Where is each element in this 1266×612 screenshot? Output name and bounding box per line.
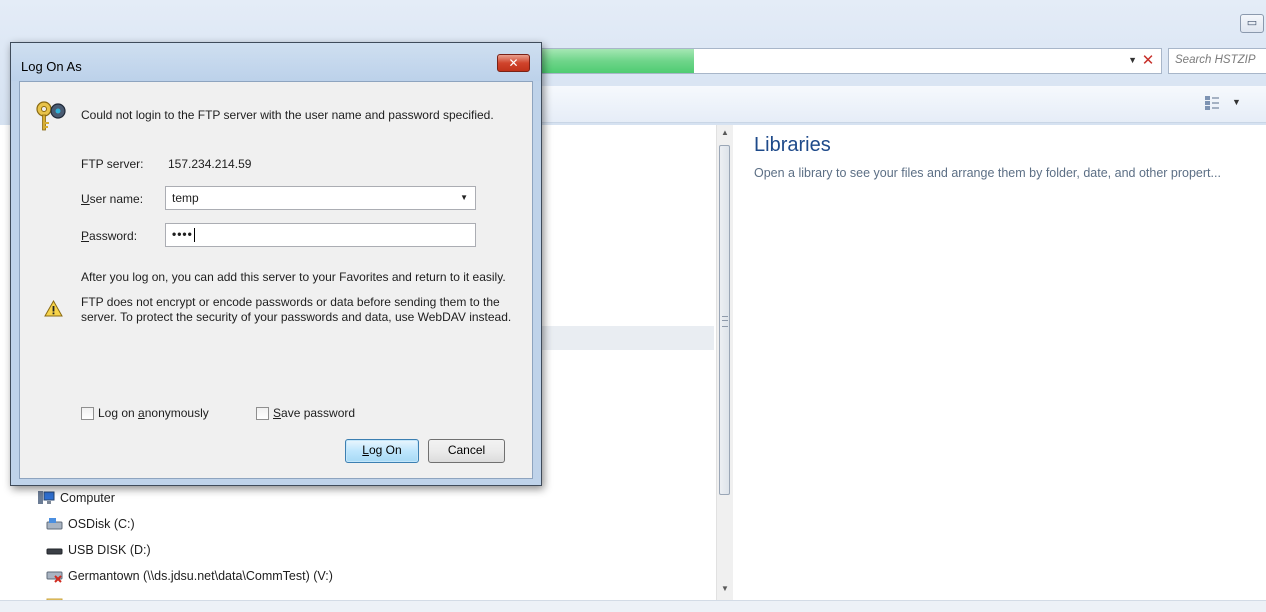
chevron-down-icon[interactable]: ▼: [1128, 55, 1137, 65]
save-password-checkbox[interactable]: Save password: [256, 406, 355, 420]
error-message: Could not login to the FTP server with t…: [81, 108, 494, 122]
ftp-server-value: 157.234.214.59: [168, 157, 252, 171]
search-input[interactable]: Search HSTZIP: [1168, 48, 1266, 74]
nav-label-germantown: Germantown (\\ds.jdsu.net\data\CommTest)…: [68, 569, 333, 583]
favorites-info-text: After you log on, you can add this serve…: [81, 270, 506, 284]
scroll-up-icon[interactable]: ▲: [717, 125, 733, 141]
save-password-label: Save password: [273, 406, 356, 420]
password-label: Password:: [81, 229, 138, 243]
scroll-grip-icon: [722, 316, 728, 327]
address-progress-fill: [521, 49, 694, 73]
checkbox-save-box[interactable]: [256, 406, 269, 420]
nav-label-osdisk: OSDisk (C:): [68, 517, 135, 531]
nav-label-computer: Computer: [60, 491, 115, 505]
computer-icon: [38, 491, 55, 504]
dialog-titlebar[interactable]: Log On As ✕: [11, 43, 541, 81]
nav-item-germantown[interactable]: Germantown (\\ds.jdsu.net\data\CommTest)…: [46, 566, 333, 586]
nav-scrollbar[interactable]: ▲ ▼: [716, 125, 733, 600]
user-name-combobox[interactable]: temp ▼: [165, 186, 476, 210]
nav-item-osdisk[interactable]: OSDisk (C:): [46, 514, 135, 534]
stop-icon[interactable]: ✕: [1139, 51, 1157, 71]
libraries-title: Libraries: [754, 134, 831, 156]
user-name-value: temp: [172, 191, 199, 205]
warning-line-2: server. To protect the security of your …: [81, 310, 512, 324]
cancel-button[interactable]: Cancel: [428, 439, 505, 463]
libraries-description: Open a library to see your files and arr…: [754, 166, 1221, 180]
log-on-anonymously-label: Log on anonymously: [98, 406, 209, 420]
close-button[interactable]: ✕: [497, 54, 530, 72]
scroll-down-icon[interactable]: ▼: [717, 581, 733, 597]
keys-icon: [36, 101, 66, 131]
address-bar[interactable]: ▼ ✕: [520, 48, 1162, 74]
log-on-button[interactable]: Log On: [345, 439, 419, 463]
scroll-thumb[interactable]: [719, 145, 730, 495]
warning-line-1: FTP does not encrypt or encode passwords…: [81, 295, 500, 309]
log-on-anonymously-checkbox[interactable]: Log on anonymously: [81, 406, 209, 420]
change-view-icon[interactable]: [1204, 95, 1220, 111]
close-icon: ✕: [508, 56, 519, 70]
disconnected-network-drive-icon: [46, 571, 63, 583]
nav-label-usb: USB DISK (D:): [68, 543, 151, 557]
details-pane-edge: [0, 600, 1266, 612]
chevron-down-icon[interactable]: ▼: [460, 193, 468, 202]
warning-icon: [44, 300, 63, 317]
password-field[interactable]: ••••: [165, 223, 476, 247]
dialog-title: Log On As: [21, 59, 82, 74]
restore-icon: ▭: [1246, 17, 1258, 29]
view-dropdown-icon[interactable]: ▼: [1232, 97, 1241, 107]
nav-item-usb[interactable]: USB DISK (D:): [46, 540, 151, 560]
user-name-label: User name:: [81, 192, 144, 206]
ftp-server-label: FTP server:: [81, 157, 144, 171]
nav-item-computer[interactable]: Computer: [38, 488, 115, 508]
password-value: ••••: [172, 227, 193, 241]
security-warning-text: FTP does not encrypt or encode passwords…: [81, 295, 511, 325]
drive-icon: [46, 518, 63, 530]
checkbox-anonymous-box[interactable]: [81, 406, 94, 420]
search-placeholder: Search HSTZIP: [1175, 54, 1256, 66]
command-bar: [540, 86, 1266, 123]
restore-button[interactable]: ▭: [1240, 14, 1264, 33]
usb-drive-icon: [46, 548, 63, 555]
log-on-as-dialog: Log On As ✕ Could not login to the FTP s…: [10, 42, 542, 486]
text-caret: [193, 227, 195, 242]
dialog-body: Could not login to the FTP server with t…: [19, 81, 533, 479]
